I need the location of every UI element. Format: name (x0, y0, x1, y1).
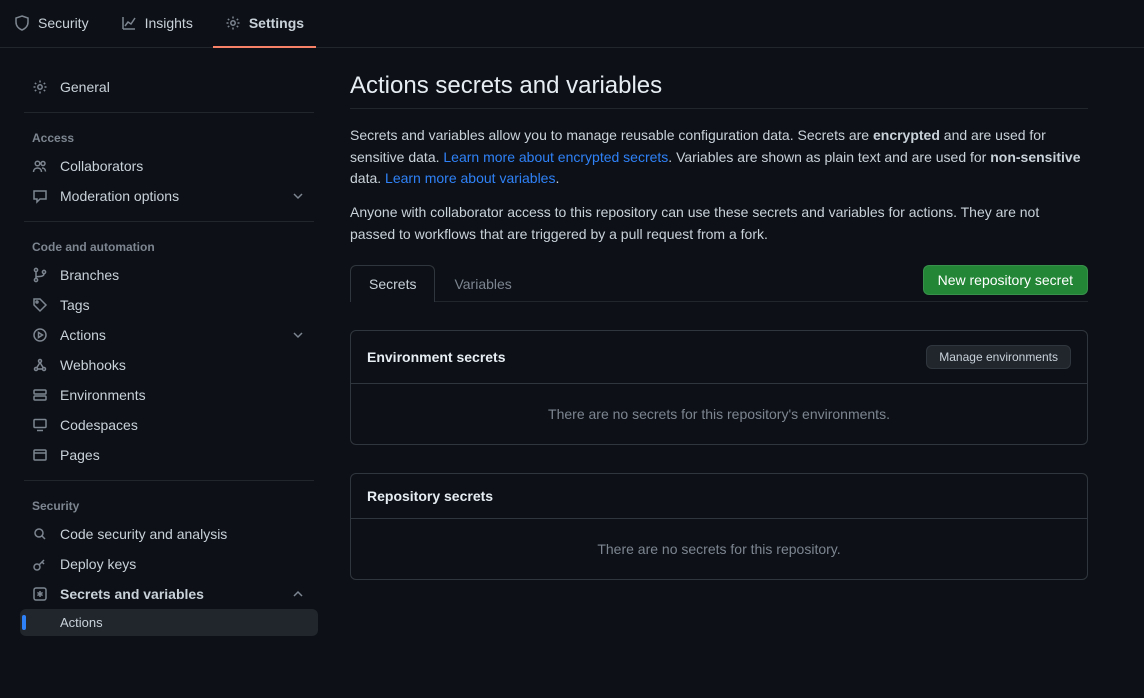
description-1: Secrets and variables allow you to manag… (350, 125, 1088, 190)
shield-scan-icon (32, 526, 48, 542)
sidebar-item-deploy-keys[interactable]: Deploy keys (20, 549, 318, 579)
asterisk-icon (32, 586, 48, 602)
codespaces-icon (32, 417, 48, 433)
sidebar-item-label: Actions (60, 327, 106, 343)
key-icon (32, 556, 48, 572)
chevron-down-icon (290, 327, 306, 343)
sidebar-item-label: Webhooks (60, 357, 126, 373)
browser-icon (32, 447, 48, 463)
sidebar-item-label: Codespaces (60, 417, 138, 433)
secrets-tabs: Secrets Variables New repository secret (350, 265, 1088, 302)
page-title: Actions secrets and variables (350, 72, 1088, 100)
sidebar-item-environments[interactable]: Environments (20, 380, 318, 410)
tab-secrets[interactable]: Secrets (350, 265, 435, 302)
settings-sidebar: General Access Collaborators Moderation … (0, 48, 326, 636)
tab-label: Security (38, 15, 89, 31)
repo-tab-nav: Security Insights Settings (0, 0, 1144, 48)
title-divider (350, 108, 1088, 109)
tab-label: Settings (249, 15, 304, 31)
sidebar-item-label: Branches (60, 267, 119, 283)
tab-security[interactable]: Security (2, 0, 101, 48)
sidebar-item-webhooks[interactable]: Webhooks (20, 350, 318, 380)
server-icon (32, 387, 48, 403)
sidebar-item-label: Pages (60, 447, 100, 463)
chevron-up-icon (290, 586, 306, 602)
sidebar-subitem-actions[interactable]: Actions (20, 609, 318, 636)
sidebar-item-label: Code security and analysis (60, 526, 227, 542)
manage-environments-button[interactable]: Manage environments (926, 345, 1071, 369)
people-icon (32, 158, 48, 174)
link-encrypted-secrets[interactable]: Learn more about encrypted secrets (443, 149, 668, 165)
webhook-icon (32, 357, 48, 373)
sidebar-group-security: Security (20, 481, 318, 519)
gear-icon (225, 15, 241, 31)
branch-icon (32, 267, 48, 283)
comment-icon (32, 188, 48, 204)
environment-secrets-panel: Environment secrets Manage environments … (350, 330, 1088, 445)
sidebar-item-label: Collaborators (60, 158, 143, 174)
repository-secrets-empty: There are no secrets for this repository… (351, 519, 1087, 579)
play-circle-icon (32, 327, 48, 343)
sidebar-item-label: Tags (60, 297, 90, 313)
description-2: Anyone with collaborator access to this … (350, 202, 1088, 245)
environment-secrets-empty: There are no secrets for this repository… (351, 384, 1087, 444)
new-repository-secret-button[interactable]: New repository secret (923, 265, 1088, 295)
sidebar-item-code-security[interactable]: Code security and analysis (20, 519, 318, 549)
sidebar-item-pages[interactable]: Pages (20, 440, 318, 470)
sidebar-item-collaborators[interactable]: Collaborators (20, 151, 318, 181)
sidebar-item-actions[interactable]: Actions (20, 320, 318, 350)
graph-icon (121, 15, 137, 31)
panel-title: Repository secrets (367, 488, 493, 504)
chevron-down-icon (290, 188, 306, 204)
tab-settings[interactable]: Settings (213, 0, 316, 48)
repository-secrets-panel: Repository secrets There are no secrets … (350, 473, 1088, 580)
sidebar-item-codespaces[interactable]: Codespaces (20, 410, 318, 440)
sidebar-item-general[interactable]: General (20, 72, 318, 102)
tag-icon (32, 297, 48, 313)
gear-icon (32, 79, 48, 95)
main-content: Actions secrets and variables Secrets an… (326, 48, 1116, 636)
sidebar-item-label: Secrets and variables (60, 586, 204, 602)
sidebar-group-code: Code and automation (20, 222, 318, 260)
sidebar-item-moderation[interactable]: Moderation options (20, 181, 318, 211)
sidebar-group-access: Access (20, 113, 318, 151)
shield-icon (14, 15, 30, 31)
sidebar-item-label: General (60, 79, 110, 95)
sidebar-item-label: Actions (60, 615, 103, 630)
sidebar-item-label: Deploy keys (60, 556, 136, 572)
sidebar-item-branches[interactable]: Branches (20, 260, 318, 290)
panel-title: Environment secrets (367, 349, 506, 365)
sidebar-item-label: Environments (60, 387, 146, 403)
tab-variables[interactable]: Variables (435, 265, 530, 302)
tab-label: Insights (145, 15, 193, 31)
link-variables[interactable]: Learn more about variables (385, 170, 555, 186)
sidebar-item-secrets-variables[interactable]: Secrets and variables (20, 579, 318, 609)
sidebar-item-label: Moderation options (60, 188, 179, 204)
tab-insights[interactable]: Insights (109, 0, 205, 48)
sidebar-item-tags[interactable]: Tags (20, 290, 318, 320)
